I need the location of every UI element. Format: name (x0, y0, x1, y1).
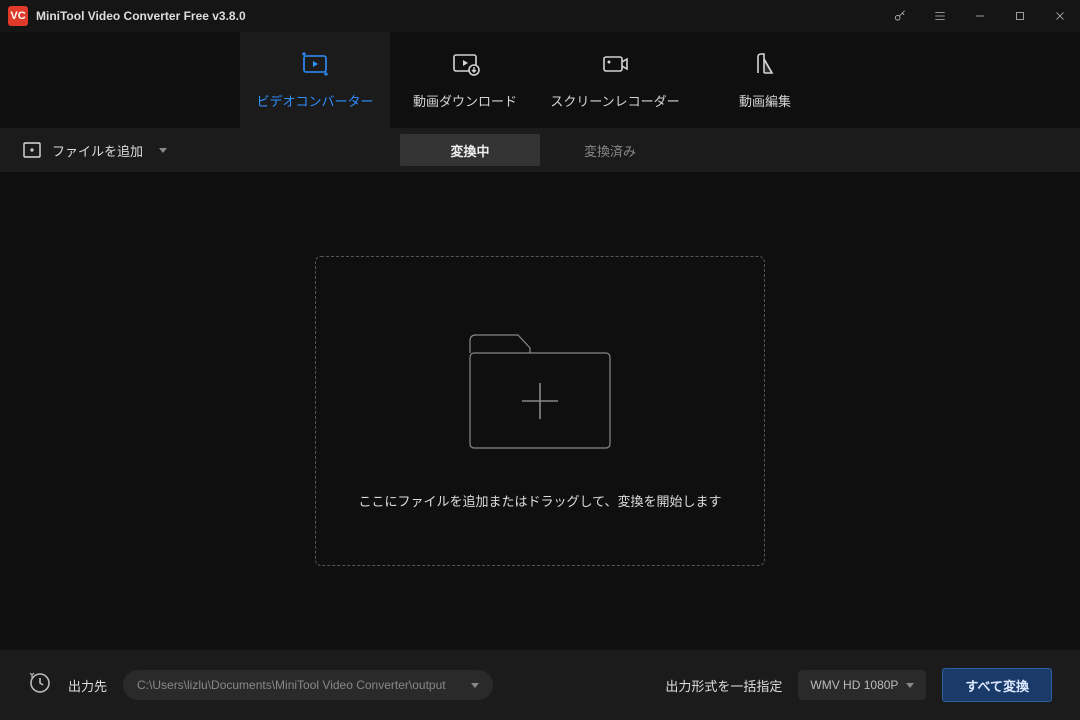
add-file-icon (22, 141, 42, 159)
dropzone-text: ここにファイルを追加またはドラッグして、変換を開始します (359, 491, 722, 510)
maximize-button[interactable] (1000, 0, 1040, 32)
upgrade-key-icon[interactable] (880, 0, 920, 32)
tab-label: 動画編集 (739, 91, 791, 110)
chevron-down-icon (906, 683, 914, 688)
titlebar: VC MiniTool Video Converter Free v3.8.0 (0, 0, 1080, 32)
history-icon[interactable] (28, 671, 52, 700)
tab-screen-recorder[interactable]: スクリーンレコーダー (540, 32, 690, 128)
app-title: MiniTool Video Converter Free v3.8.0 (36, 9, 246, 23)
output-format-label: 出力形式を一括指定 (665, 676, 782, 695)
minimize-button[interactable] (960, 0, 1000, 32)
editor-icon (750, 51, 780, 77)
output-format-value: WMV HD 1080P (810, 678, 898, 692)
tab-label: ビデオコンバーター (256, 91, 373, 110)
menu-icon[interactable] (920, 0, 960, 32)
content-area: ここにファイルを追加またはドラッグして、変換を開始します (0, 172, 1080, 650)
chevron-down-icon (159, 148, 167, 153)
converter-icon (300, 51, 330, 77)
close-button[interactable] (1040, 0, 1080, 32)
tab-video-download[interactable]: 動画ダウンロード (390, 32, 540, 128)
add-file-button[interactable]: ファイルを追加 (12, 135, 177, 166)
bottom-bar: 出力先 C:\Users\lizlu\Documents\MiniTool Vi… (0, 650, 1080, 720)
status-tab-label: 変換済み (584, 141, 636, 160)
secondary-toolbar: ファイルを追加 変換中 変換済み (0, 128, 1080, 172)
output-dir-path: C:\Users\lizlu\Documents\MiniTool Video … (137, 678, 446, 692)
output-format-selector[interactable]: WMV HD 1080P (798, 670, 926, 700)
recorder-icon (600, 51, 630, 77)
tab-video-editor[interactable]: 動画編集 (690, 32, 840, 128)
file-dropzone[interactable]: ここにファイルを追加またはドラッグして、変換を開始します (315, 256, 765, 566)
output-dir-selector[interactable]: C:\Users\lizlu\Documents\MiniTool Video … (123, 670, 493, 700)
add-file-label: ファイルを追加 (52, 141, 143, 160)
output-dir-label: 出力先 (68, 676, 107, 695)
download-icon (450, 51, 480, 77)
convert-all-label: すべて変換 (965, 676, 1029, 695)
tab-video-converter[interactable]: ビデオコンバーター (240, 32, 390, 128)
chevron-down-icon (471, 683, 479, 688)
convert-all-button[interactable]: すべて変換 (942, 668, 1052, 702)
tab-label: 動画ダウンロード (413, 91, 517, 110)
main-tabs: ビデオコンバーター 動画ダウンロード スクリーンレコーダー 動画編集 (0, 32, 1080, 128)
app-logo: VC (8, 6, 28, 26)
status-tab-converting[interactable]: 変換中 (400, 134, 540, 166)
folder-add-icon (450, 313, 630, 463)
status-tab-converted[interactable]: 変換済み (540, 134, 680, 166)
tab-label: スクリーンレコーダー (550, 91, 679, 110)
status-tab-label: 変換中 (450, 141, 489, 160)
